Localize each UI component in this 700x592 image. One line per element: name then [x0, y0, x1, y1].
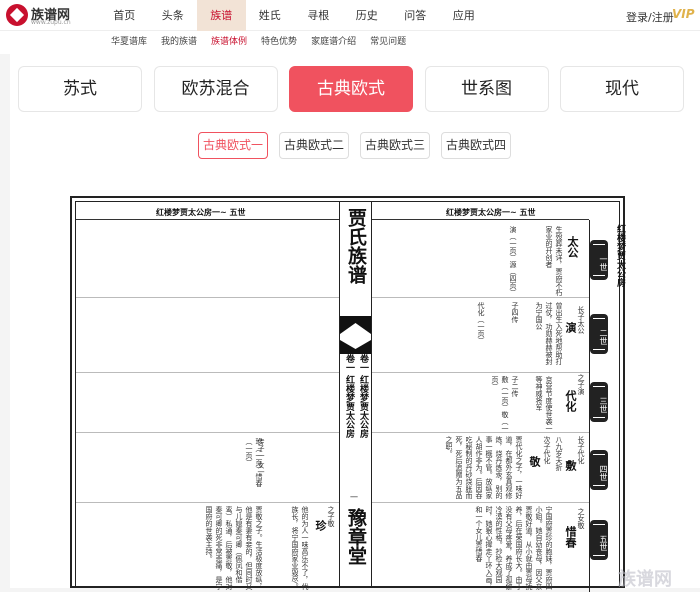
generation-badge: 五世: [590, 520, 608, 560]
style-tabs: 苏式 欧苏混合 古典欧式 世系图 现代: [18, 66, 696, 112]
right-row-divider: [372, 297, 589, 298]
person-name: 惜春: [564, 526, 577, 548]
person-children: 珍（一页）惜春（一页）: [245, 438, 263, 487]
left-header-line: [76, 219, 339, 220]
right-row-divider: [372, 502, 589, 503]
nav-item-surnames[interactable]: 姓氏: [246, 0, 295, 31]
lineage-title: 红楼梦贾太公房: [615, 224, 625, 287]
generation-badge: 三世: [590, 382, 608, 422]
right-page-title: 红楼梦贾太公房一~ 五世: [446, 208, 536, 217]
variant-tab-3[interactable]: 古典欧式三: [360, 132, 431, 159]
person-children-count: 子四传: [511, 302, 519, 323]
spine-hall-name: 豫章堂: [345, 508, 367, 565]
person-name: 演: [564, 322, 577, 333]
main-content: 苏式 欧苏混合 古典欧式 世系图 现代 古典欧式一 古典欧式二 古典欧式三 古典…: [10, 54, 700, 592]
left-row-divider: [76, 297, 339, 298]
nav-item-roots[interactable]: 寻根: [294, 0, 343, 31]
person-relation: 之女敬: [577, 508, 585, 529]
subnav-item-my-genealogy[interactable]: 我的族谱: [161, 31, 197, 53]
logo-mark-icon: [6, 4, 28, 26]
person-relation: 次子代化: [543, 436, 551, 464]
person-children: 敷（一页）敬（一页）: [491, 376, 509, 432]
person-bio: 贾代化之子，一味好道，在都外玄真观修炼，烧丹炼汞，别的事一概不管。放纵家人胡作非…: [445, 436, 523, 499]
generation-badge: 二世: [590, 314, 608, 354]
nav-item-headlines[interactable]: 头条: [149, 0, 198, 31]
book-spine: 贾氏族谱 卷一 红楼梦贾太公房 卷一 红楼梦贾太公房 一 豫章堂: [339, 202, 372, 586]
variant-tab-2[interactable]: 古典欧式二: [279, 132, 350, 159]
generation-badge: 四世: [590, 450, 608, 490]
left-row-divider: [76, 502, 339, 503]
generation-badge: 一世: [590, 240, 608, 280]
nav-item-history[interactable]: 历史: [343, 0, 392, 31]
variant-tab-1[interactable]: 古典欧式一: [198, 132, 269, 159]
fishtail-mark-icon: [340, 316, 371, 354]
genealogy-book-preview: 红楼梦贾太公房一~ 五世 红楼梦贾太公房一~ 五世 贾氏族谱 卷一 红楼梦贾太公…: [70, 196, 625, 592]
right-row-divider: [372, 372, 589, 373]
subnav-item-features[interactable]: 特色优势: [261, 31, 297, 53]
person-name: 太公: [566, 236, 579, 258]
person-bio: 曾出生入死地帮助打过仗，功勋赫赫被封为宁国公: [535, 302, 563, 365]
nav-item-apps[interactable]: 应用: [440, 0, 489, 31]
person-bio: 他的为人一味高乐不了，代族长，将宁国府家业毁尽。: [291, 506, 309, 590]
person-relation: 之子敬: [327, 506, 335, 527]
style-tab-lineage-chart[interactable]: 世系图: [424, 66, 549, 112]
subnav-item-family[interactable]: 家庭谱介绍: [311, 31, 356, 53]
spine-title: 贾氏族谱: [345, 208, 367, 284]
spine-page-number: 一: [350, 493, 358, 502]
person-bio: 京营节度使世袭一等神威将军: [535, 376, 553, 432]
vip-badge[interactable]: VIP: [672, 7, 695, 21]
person-bio: 八九岁夭折: [555, 436, 563, 471]
person-children: 代化（一页）: [477, 302, 485, 344]
person-children-count: 子二传: [511, 376, 519, 397]
right-header-line: [372, 219, 589, 220]
nav-item-qa[interactable]: 问答: [391, 0, 440, 31]
variant-tabs: 古典欧式一 古典欧式二 古典欧式三 古典欧式四: [198, 132, 522, 159]
logo-subtext: www.zupu.cn: [31, 19, 71, 26]
nav-item-genealogy[interactable]: 族谱: [197, 0, 246, 31]
person-name: 敷: [564, 460, 577, 471]
style-tab-classic-ou[interactable]: 古典欧式: [289, 66, 413, 112]
spine-volume-label: 卷一 红楼梦贾太公房: [358, 354, 368, 439]
person-relation: 之子演: [577, 374, 585, 395]
site-logo[interactable]: 族谱网 www.zupu.cn: [6, 4, 96, 28]
left-page-title: 红楼梦贾太公房一~ 五世: [156, 208, 246, 217]
left-row-divider: [76, 372, 339, 373]
person-children: 演（一页）源（四页）: [509, 226, 517, 296]
main-nav: 首页 头条 族谱 姓氏 寻根 历史 问答 应用: [100, 0, 488, 31]
style-tab-modern[interactable]: 现代: [560, 66, 684, 112]
variant-tab-4[interactable]: 古典欧式四: [441, 132, 512, 159]
style-tab-ou-su[interactable]: 欧苏混合: [153, 66, 278, 112]
right-row-divider: [372, 432, 589, 433]
login-link[interactable]: 登录/注册: [626, 9, 674, 25]
top-navbar: 族谱网 www.zupu.cn 首页 头条 族谱 姓氏 寻根 历史 问答 应用 …: [0, 0, 700, 31]
person-bio: 宁国府贾珍的胞妹，贾府四小姐。她自幼丧母，因父亲贾敬好道，从小就由贾母抚养，后在…: [475, 506, 553, 590]
subnav-item-faq[interactable]: 常见问题: [370, 31, 406, 53]
person-relation: 长子代化: [577, 436, 585, 464]
subnav-item-library[interactable]: 华夏谱库: [111, 31, 147, 53]
left-row-divider: [76, 432, 339, 433]
person-relation: 长子太公: [577, 306, 585, 334]
person-name: 珍: [314, 520, 327, 531]
person-name: 代化: [564, 390, 577, 412]
person-bio: 生殁葬未详，贾府不朽家业的开创者: [545, 226, 563, 296]
nav-item-home[interactable]: 首页: [100, 0, 149, 31]
book-frame: 红楼梦贾太公房一~ 五世 红楼梦贾太公房一~ 五世 贾氏族谱 卷一 红楼梦贾太公…: [75, 201, 625, 592]
sub-nav: 华夏谱库 我的族谱 族谱体例 特色优势 家庭谱介绍 常见问题: [0, 31, 700, 54]
subnav-item-formats[interactable]: 族谱体例: [211, 31, 247, 53]
style-tab-su[interactable]: 苏式: [18, 66, 142, 112]
person-name: 敬: [528, 456, 541, 467]
person-bio: 贾敬之子。生活极度放纵，他是有妻有妾的，但同时又与儿媳秦可卿（佩凤和偕鸾）私通，…: [205, 506, 263, 590]
site-watermark: 族谱网: [618, 569, 672, 590]
spine-volume-label: 卷一 红楼梦贾太公房: [344, 354, 354, 439]
